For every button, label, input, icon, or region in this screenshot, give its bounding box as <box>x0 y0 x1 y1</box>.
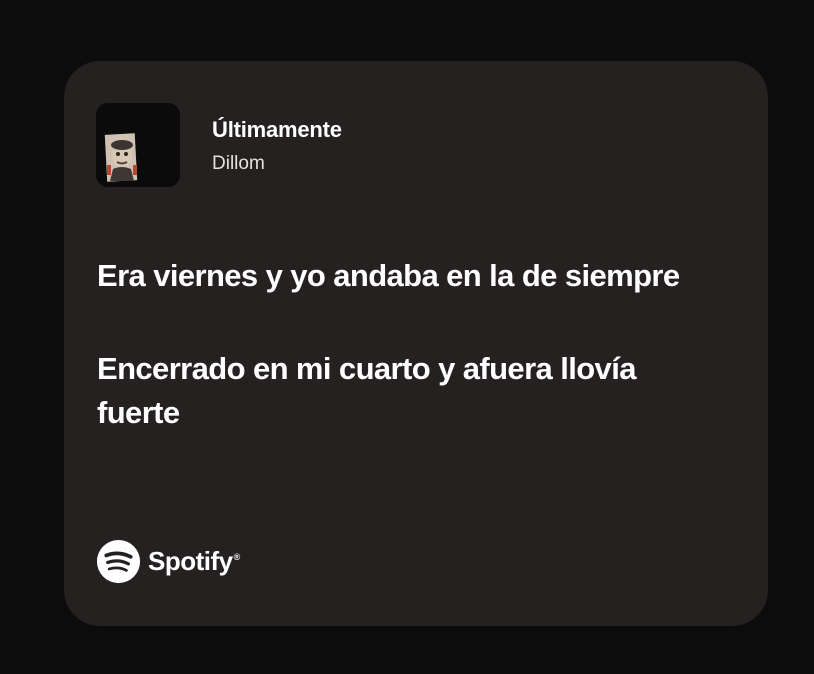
artist-name[interactable]: Dillom <box>212 153 265 175</box>
track-title[interactable]: Últimamente <box>212 117 342 143</box>
album-art-image <box>96 103 180 187</box>
spotify-branding[interactable]: Spotify® <box>96 538 240 584</box>
lyrics-share-card: Últimamente Dillom Era viernes y yo anda… <box>64 61 768 626</box>
registered-mark: ® <box>233 551 241 562</box>
brand-name: Spotify <box>148 545 233 576</box>
lyric-line: Encerrado en mi cuarto y afuera llovía f… <box>97 351 636 430</box>
lyric-line: Era viernes y yo andaba en la de siempre <box>97 258 680 293</box>
spotify-logo-icon <box>96 539 141 583</box>
spotify-wordmark: Spotify® <box>148 546 240 577</box>
album-art[interactable] <box>96 103 180 187</box>
lyrics-block: Era viernes y yo andaba en la de siempre… <box>97 254 717 484</box>
